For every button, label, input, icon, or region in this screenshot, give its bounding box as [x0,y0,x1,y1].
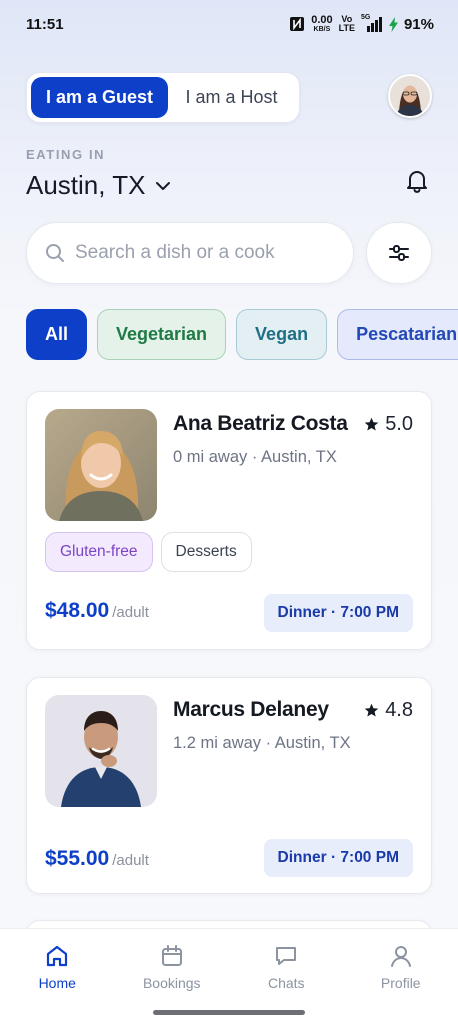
location-selector[interactable]: Austin, TX [26,170,171,201]
star-icon [364,417,379,431]
price-amount: $48.00 [45,599,110,622]
search-icon [46,244,64,262]
tab-home[interactable]: Home [0,929,115,1024]
price-unit: /adult [112,604,149,621]
diet-filter-chips: All Vegetarian Vegan Pescatarian [26,309,458,361]
price-unit: /adult [112,852,149,869]
tag-gluten-free: Gluten-free [45,532,153,572]
cook-name: Marcus Delaney [173,698,329,721]
nfc-icon [290,17,305,31]
charging-icon [388,16,398,32]
chevron-down-icon [156,181,171,190]
cook-photo [45,695,157,807]
chip-vegan[interactable]: Vegan [236,309,328,360]
battery-level: 91% [403,15,434,33]
rating-value: 4.8 [385,699,413,721]
tab-profile[interactable]: Profile [344,929,458,1024]
search-input[interactable]: Search a dish or a cook [75,242,275,264]
tab-label: Bookings [142,975,201,991]
user-avatar[interactable] [388,74,432,118]
status-icons: 0.00 KB/S Vo LTE 5G 91% [289,14,434,34]
price: $48.00 /adult [45,599,149,623]
tab-label: Chats [267,975,305,991]
cook-card[interactable]: Ana Beatriz Costa 5.0 0 mi away · Austin… [26,391,432,650]
tab-label: Home [38,975,76,991]
status-time: 11:51 [26,16,64,33]
chip-all[interactable]: All [26,309,87,360]
cook-distance: 1.2 mi away · Austin, TX [173,734,351,752]
host-mode-button[interactable]: I am a Host [168,77,295,118]
rating: 4.8 [364,699,413,722]
city-name: Austin, TX [26,170,146,200]
filter-button[interactable] [366,222,432,284]
price: $55.00 /adult [45,847,149,871]
meal-time-badge: Dinner · 7:00 PM [263,594,413,632]
chip-vegetarian[interactable]: Vegetarian [97,309,227,360]
cook-tags: Gluten-free Desserts [45,532,252,572]
home-indicator [153,1010,305,1015]
calendar-icon [161,945,182,966]
net-speed: 0.00 KB/S [311,14,333,34]
chat-icon [276,947,297,965]
home-icon [47,945,68,967]
cook-distance: 0 mi away · Austin, TX [173,448,337,466]
tag-desserts: Desserts [160,532,252,572]
rating-value: 5.0 [385,413,413,435]
cook-name: Ana Beatriz Costa [173,412,348,435]
chip-pescatarian[interactable]: Pescatarian [337,309,458,360]
price-amount: $55.00 [45,847,110,870]
cook-photo [45,409,157,521]
sliders-icon [389,245,409,261]
location-label: EATING IN [26,147,106,162]
volte-indicator: Vo LTE [338,14,355,33]
profile-icon [390,946,411,967]
mode-toggle: I am a Guest I am a Host [26,72,300,123]
star-icon [364,703,379,717]
signal-icon: 5G [361,14,383,32]
bell-icon[interactable] [404,168,430,194]
cook-card[interactable]: Marcus Delaney 4.8 1.2 mi away · Austin,… [26,677,432,894]
guest-mode-button[interactable]: I am a Guest [31,77,168,118]
rating: 5.0 [364,413,413,436]
meal-time-badge: Dinner · 7:00 PM [263,839,413,877]
search-bar[interactable]: Search a dish or a cook [26,222,354,284]
tab-label: Profile [380,975,421,991]
